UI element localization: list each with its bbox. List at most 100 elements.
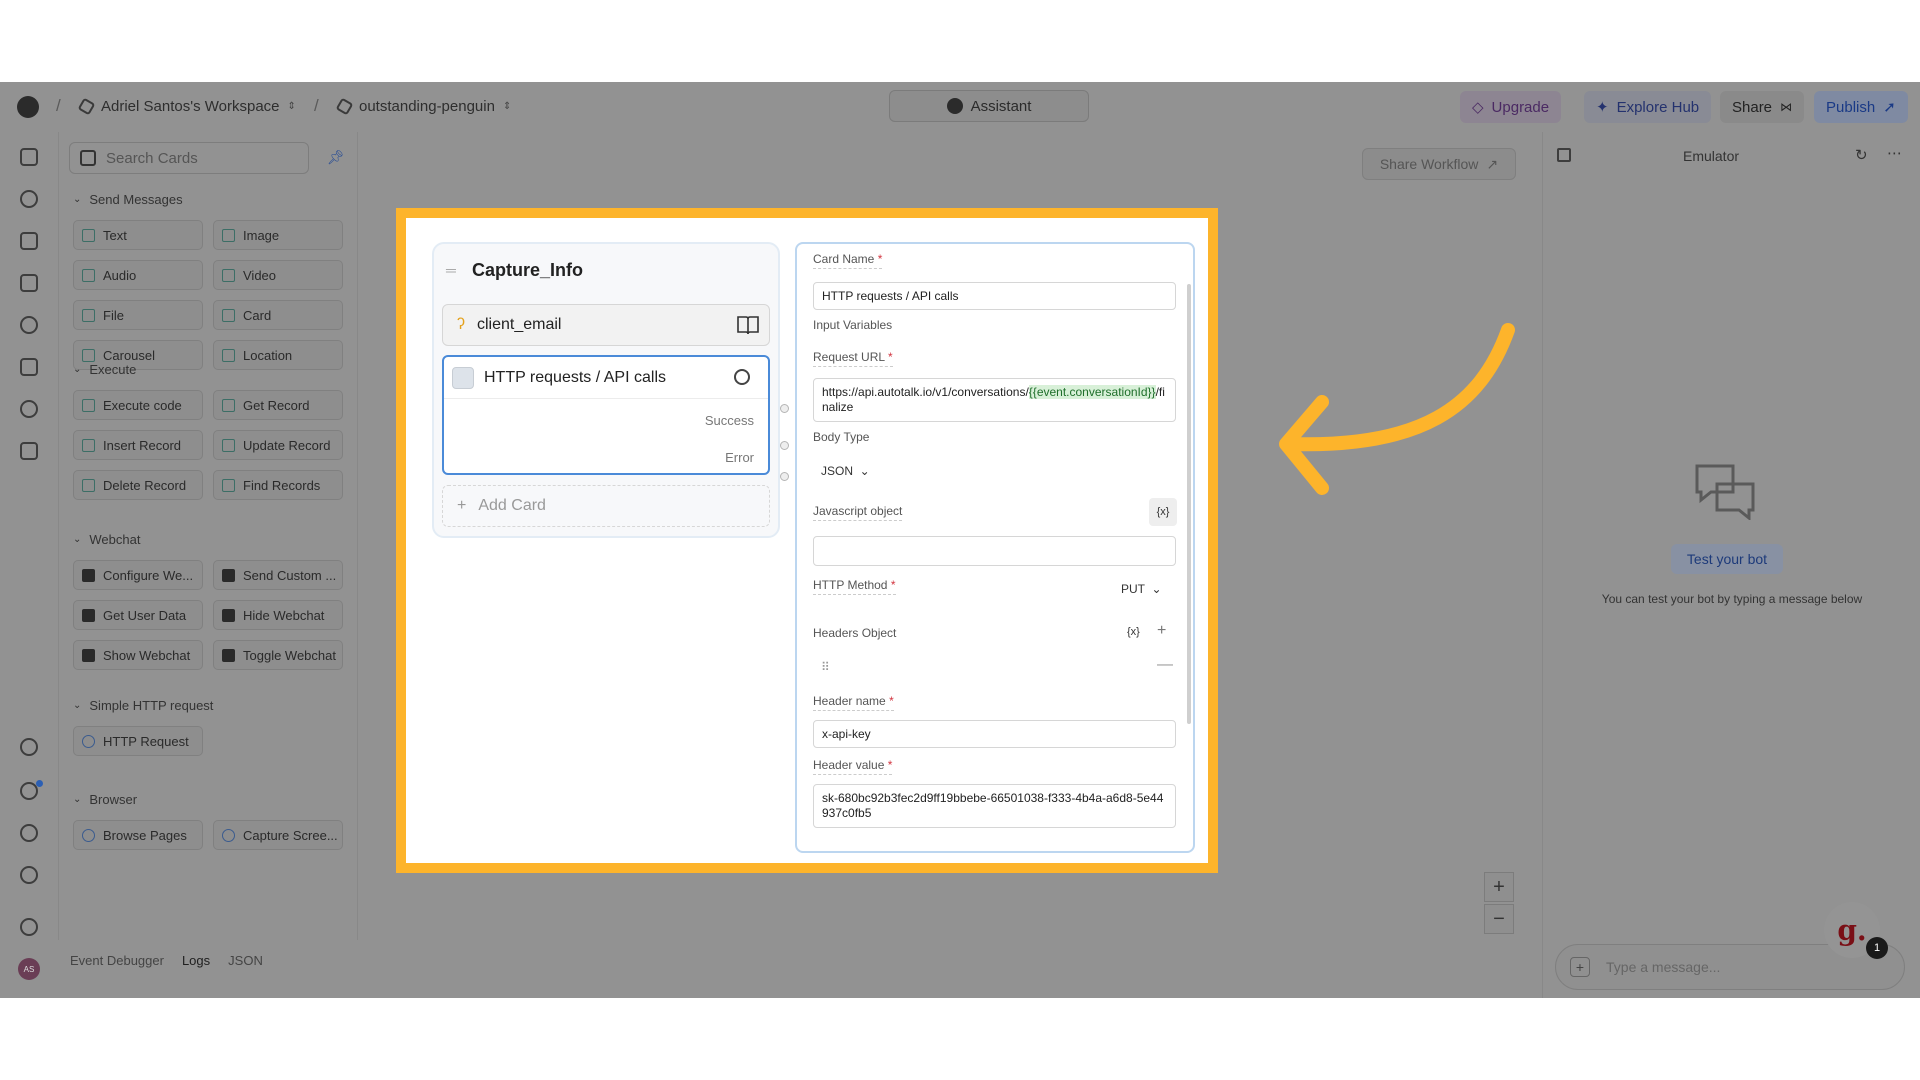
tab-logs[interactable]: Logs	[182, 953, 210, 968]
target-icon[interactable]	[20, 316, 38, 334]
reorder-icon[interactable]: ⠿	[821, 660, 830, 674]
card-name-input[interactable]: HTTP requests / API calls	[813, 282, 1176, 310]
card-item-label: Carousel	[103, 347, 156, 363]
error-port[interactable]	[780, 441, 789, 450]
add-attachment-icon[interactable]: +	[1570, 957, 1590, 977]
breadcrumb-separator: /	[56, 96, 61, 115]
card-item[interactable]: Video	[213, 260, 343, 290]
table-icon[interactable]	[20, 274, 38, 292]
emulator-hint: You can test your bot by typing a messag…	[1601, 592, 1863, 606]
client-email-card[interactable]: ʔ client_email	[442, 304, 770, 346]
assistant-button[interactable]: Assistant	[889, 90, 1089, 122]
http-method-select[interactable]: PUT ⌄	[1121, 582, 1162, 596]
request-url-input[interactable]: https://api.autotalk.io/v1/conversations…	[813, 378, 1176, 422]
explore-hub-button[interactable]: ✦ Explore Hub	[1584, 91, 1712, 123]
section-header-1[interactable]: ⌄ Execute	[73, 362, 136, 377]
pin-icon[interactable]: 📌︎	[327, 149, 345, 166]
zoom-out-button[interactable]: −	[1484, 904, 1514, 934]
anchor-icon[interactable]	[20, 400, 38, 418]
card-item[interactable]: Hide Webchat	[213, 600, 343, 630]
share-button[interactable]: Share ⋈	[1720, 91, 1805, 123]
section-header-0[interactable]: ⌄ Send Messages	[73, 192, 183, 207]
help-icon[interactable]	[20, 918, 38, 936]
card-item[interactable]: HTTP Request	[73, 726, 203, 756]
add-card-button[interactable]: + Add Card	[442, 485, 770, 527]
card-item[interactable]: Find Records	[213, 470, 343, 500]
card-item[interactable]: Send Custom ...	[213, 560, 343, 590]
settings-icon[interactable]	[734, 369, 750, 385]
section-header-4[interactable]: ⌄ Browser	[73, 792, 137, 807]
card-item[interactable]: Insert Record	[73, 430, 203, 460]
book-icon[interactable]	[737, 315, 759, 335]
card-item[interactable]: Text	[73, 220, 203, 250]
header-value-input[interactable]: sk-680bc92b3fec2d9ff19bbebe-66501038-f33…	[813, 784, 1176, 828]
insert-variable-button[interactable]: {x}	[1149, 498, 1177, 526]
bookmark-icon[interactable]	[20, 442, 38, 460]
search-icon[interactable]	[20, 866, 38, 884]
form-scrollbar[interactable]	[1187, 284, 1191, 724]
flow-icon[interactable]	[20, 190, 38, 208]
refresh-icon[interactable]: ↻	[1855, 146, 1868, 164]
card-item-label: HTTP Request	[103, 733, 189, 749]
settings-icon[interactable]	[20, 824, 38, 842]
search-cards-input[interactable]: Search Cards	[69, 142, 309, 174]
test-bot-button[interactable]: Test your bot	[1671, 544, 1783, 574]
card-item[interactable]: Location	[213, 340, 343, 370]
avatar[interactable]: AS	[18, 958, 40, 980]
header-name-input[interactable]: x-api-key	[813, 720, 1176, 748]
card-item[interactable]: Toggle Webchat	[213, 640, 343, 670]
chevron-down-icon: ⌄	[73, 794, 82, 805]
success-port[interactable]	[780, 404, 789, 413]
js-object-input[interactable]	[813, 536, 1176, 566]
card-item[interactable]: Audio	[73, 260, 203, 290]
card-item[interactable]: Capture Scree...	[213, 820, 343, 850]
more-icon[interactable]: ⋯	[1887, 144, 1902, 162]
history-icon[interactable]	[20, 782, 38, 800]
capture-info-node[interactable]: ═ Capture_Info ʔ client_email HTTP reque…	[432, 242, 780, 538]
body-type-select[interactable]: JSON ⌄	[821, 464, 870, 478]
client-email-label: client_email	[477, 316, 562, 333]
publish-button[interactable]: Publish ➚	[1814, 91, 1908, 123]
upgrade-button[interactable]: ◇ Upgrade	[1460, 91, 1562, 123]
breadcrumb-workspace[interactable]: Adriel Santos's Workspace ⇕	[77, 97, 296, 116]
card-item-label: Toggle Webchat	[243, 647, 336, 663]
share-workflow-button[interactable]: Share Workflow ↗	[1362, 148, 1516, 180]
section-header-3[interactable]: ⌄ Simple HTTP request	[73, 698, 213, 713]
card-item[interactable]: Image	[213, 220, 343, 250]
card-item-label: Send Custom ...	[243, 567, 337, 583]
http-request-card[interactable]: HTTP requests / API calls Success Error	[442, 355, 770, 475]
card-item[interactable]: Show Webchat	[73, 640, 203, 670]
hub-icon: ✦	[1596, 99, 1609, 116]
home-icon[interactable]	[20, 148, 38, 166]
add-header-icon[interactable]: +	[1157, 622, 1166, 640]
app-logo-icon[interactable]	[17, 96, 39, 118]
card-type-icon	[222, 648, 235, 662]
remove-header-icon[interactable]: —	[1157, 656, 1173, 674]
card-item[interactable]: Execute code	[73, 390, 203, 420]
card-item[interactable]: File	[73, 300, 203, 330]
card-item[interactable]: Get User Data	[73, 600, 203, 630]
card-item[interactable]: Get Record	[213, 390, 343, 420]
bot-icon[interactable]	[20, 358, 38, 376]
book-icon[interactable]	[20, 232, 38, 250]
tab-event-debugger[interactable]: Event Debugger	[70, 953, 164, 968]
card-item[interactable]: Configure We...	[73, 560, 203, 590]
drag-handle-icon[interactable]: ═	[446, 262, 456, 278]
card-item[interactable]: Card	[213, 300, 343, 330]
card-item[interactable]: Update Record	[213, 430, 343, 460]
zoom-in-button[interactable]: +	[1484, 872, 1514, 902]
headers-variable-icon[interactable]: {x}	[1127, 626, 1140, 638]
card-item[interactable]: Delete Record	[73, 470, 203, 500]
chevron-down-icon: ⌄	[73, 194, 82, 205]
card-type-icon	[222, 398, 235, 412]
output-port[interactable]	[780, 472, 789, 481]
integrations-icon[interactable]	[20, 738, 38, 756]
section-header-2[interactable]: ⌄ Webchat	[73, 532, 140, 547]
breadcrumb-project[interactable]: outstanding-penguin ⇕	[335, 97, 511, 116]
tab-json[interactable]: JSON	[228, 953, 263, 968]
chat-bubbles-icon	[1695, 464, 1755, 520]
panel-toggle-icon[interactable]	[1557, 148, 1571, 162]
card-item[interactable]: Browse Pages	[73, 820, 203, 850]
card-type-icon	[82, 228, 95, 242]
card-type-icon	[82, 348, 95, 362]
